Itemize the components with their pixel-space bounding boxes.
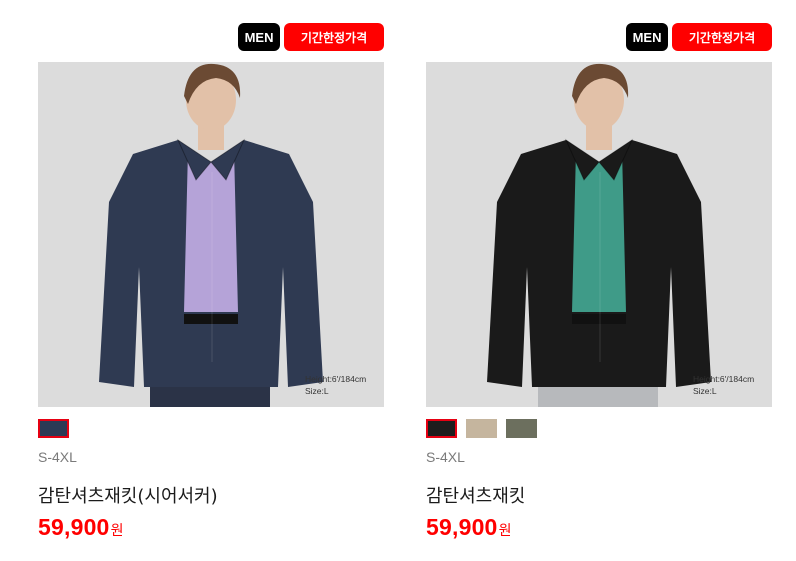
product-card[interactable]: MEN 기간한정가격 Height:6'/184cm Size:L S-4XL …	[426, 0, 772, 561]
product-name[interactable]: 감탄셔츠재킷(시어서커)	[38, 482, 218, 508]
model-photo	[38, 62, 384, 407]
product-image[interactable]	[38, 62, 384, 407]
product-name[interactable]: 감탄셔츠재킷	[426, 482, 525, 508]
product-price: 59,900 원	[426, 514, 511, 541]
promo-badge: 기간한정가격	[672, 23, 772, 51]
color-swatches	[426, 419, 537, 438]
color-swatch[interactable]	[466, 419, 497, 438]
model-height: Height:6'/184cm	[693, 374, 755, 384]
product-price: 59,900 원	[38, 514, 123, 541]
price-unit: 원	[110, 523, 124, 539]
model-size: Size:L	[693, 386, 717, 396]
model-height: Height:6'/184cm	[305, 374, 367, 384]
product-card[interactable]: MEN 기간한정가격 Height:6'/184cm Size:L S-4XL …	[38, 0, 384, 561]
product-flags: MEN 기간한정가격	[626, 23, 772, 51]
color-swatch[interactable]	[506, 419, 537, 438]
gender-badge: MEN	[626, 23, 668, 51]
color-swatches	[38, 419, 69, 438]
size-range: S-4XL	[38, 449, 77, 465]
price-unit: 원	[498, 523, 512, 539]
product-flags: MEN 기간한정가격	[238, 23, 384, 51]
color-swatch[interactable]	[426, 419, 457, 438]
price-value: 59,900	[426, 514, 498, 540]
price-value: 59,900	[38, 514, 110, 540]
promo-badge: 기간한정가격	[284, 23, 384, 51]
product-image[interactable]	[426, 62, 772, 407]
color-swatch[interactable]	[38, 419, 69, 438]
model-size: Size:L	[305, 386, 329, 396]
size-range: S-4XL	[426, 449, 465, 465]
model-photo	[426, 62, 772, 407]
gender-badge: MEN	[238, 23, 280, 51]
model-info: Height:6'/184cm Size:L	[305, 373, 366, 397]
model-info: Height:6'/184cm Size:L	[693, 373, 754, 397]
